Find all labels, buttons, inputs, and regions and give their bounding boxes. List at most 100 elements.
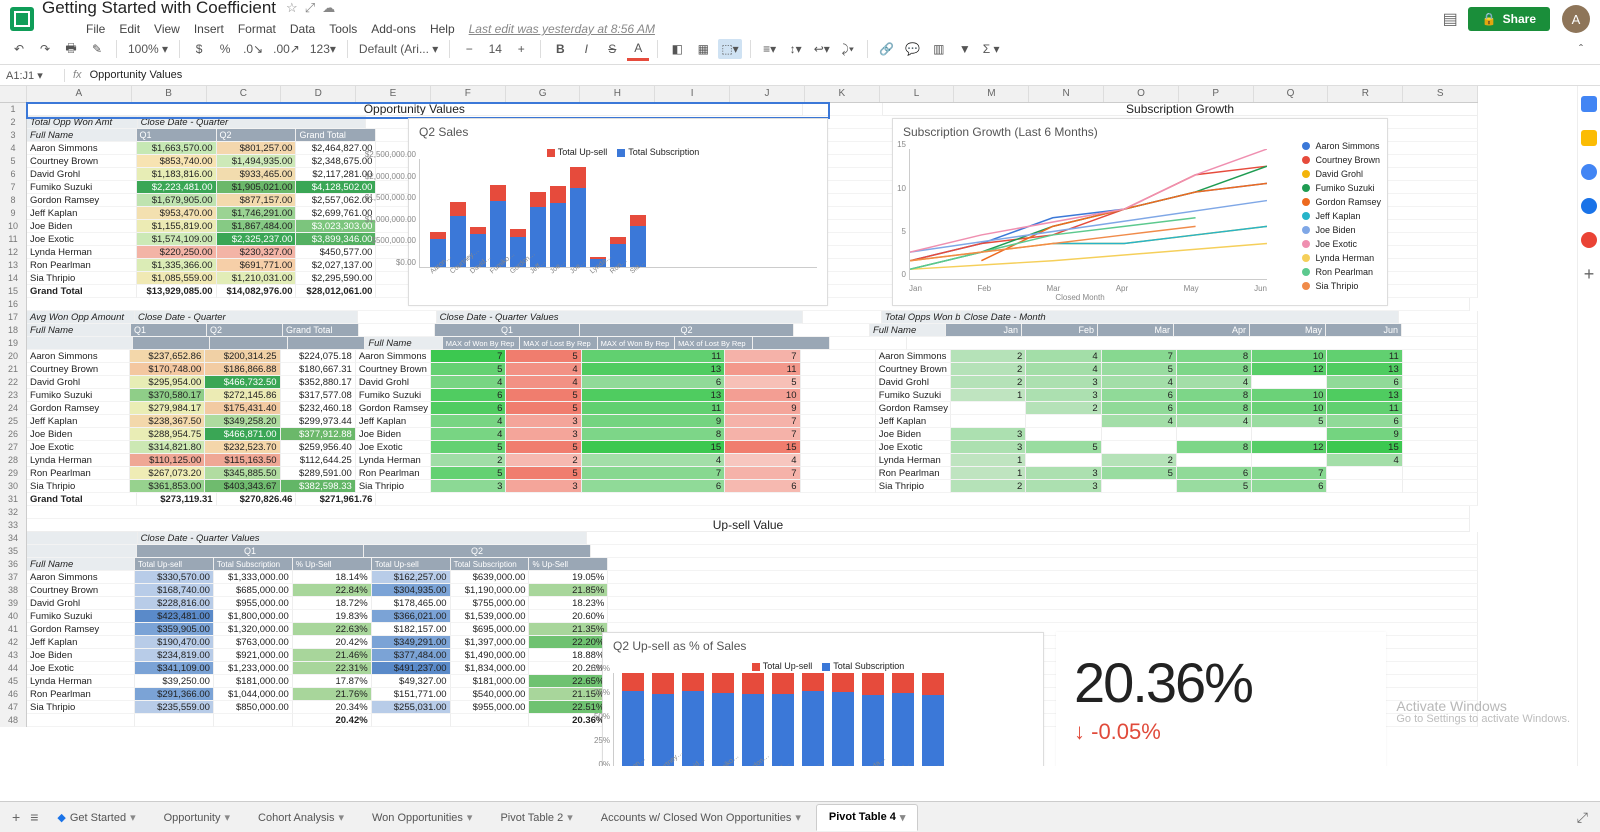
cell[interactable]: 2 bbox=[506, 454, 581, 467]
cell[interactable]: 2 bbox=[951, 376, 1026, 389]
row-header[interactable]: 17 bbox=[0, 311, 27, 324]
bar[interactable] bbox=[630, 215, 646, 267]
cell[interactable]: Fumiko Suzuki bbox=[27, 610, 135, 623]
cell[interactable] bbox=[608, 558, 1478, 571]
row-header[interactable]: 23 bbox=[0, 389, 27, 402]
sheet-tab[interactable]: Won Opportunities ▾ bbox=[359, 804, 485, 830]
cell[interactable]: 5 bbox=[506, 402, 581, 415]
cell[interactable]: $1,905,021.00 bbox=[217, 181, 297, 194]
cell[interactable]: 3 bbox=[1026, 389, 1101, 402]
cell[interactable]: Q1 bbox=[435, 324, 580, 337]
cell[interactable] bbox=[376, 493, 1478, 506]
cell[interactable]: 6 bbox=[431, 402, 506, 415]
cell[interactable]: $180,667.31 bbox=[281, 363, 356, 376]
strike-icon[interactable]: S bbox=[601, 39, 623, 59]
cell[interactable] bbox=[830, 337, 907, 350]
legend-item[interactable]: Jeff Kaplan bbox=[1302, 209, 1381, 223]
cell[interactable]: Joe Biden bbox=[27, 428, 130, 441]
cell[interactable]: $235,559.00 bbox=[135, 701, 214, 714]
link-icon[interactable]: 🔗 bbox=[876, 39, 898, 59]
cell[interactable]: $299,973.44 bbox=[281, 415, 356, 428]
cell[interactable]: Gordon Ramsey bbox=[27, 194, 137, 207]
fontsize-dec[interactable]: − bbox=[458, 39, 480, 59]
row-header[interactable]: 26 bbox=[0, 428, 27, 441]
cell[interactable]: $1,183,816.00 bbox=[137, 168, 217, 181]
cell[interactable]: Full Name bbox=[27, 558, 135, 571]
cell[interactable]: Grand Total bbox=[283, 324, 359, 337]
row-header[interactable]: 24 bbox=[0, 402, 27, 415]
formula-input[interactable]: Opportunity Values bbox=[90, 69, 183, 81]
cell[interactable] bbox=[1026, 415, 1101, 428]
cell[interactable]: 6 bbox=[725, 480, 800, 493]
rotate-icon[interactable]: ⤸▾ bbox=[837, 39, 859, 60]
maps-icon[interactable] bbox=[1581, 232, 1597, 248]
sheet-tab[interactable]: Pivot Table 2 ▾ bbox=[487, 804, 585, 830]
cell[interactable]: Lynda Herman bbox=[356, 454, 431, 467]
cell[interactable]: $877,157.00 bbox=[217, 194, 297, 207]
cell[interactable]: 5 bbox=[1252, 415, 1327, 428]
cell[interactable]: $361,853.00 bbox=[130, 480, 205, 493]
cell[interactable] bbox=[451, 714, 530, 727]
addon-icon[interactable]: + bbox=[1581, 266, 1597, 282]
cell[interactable]: 9 bbox=[1327, 428, 1402, 441]
cell[interactable]: Subscription Growth bbox=[883, 103, 1478, 116]
cell[interactable]: Q1 bbox=[137, 545, 364, 558]
cell[interactable]: $238,367.50 bbox=[130, 415, 205, 428]
cell[interactable]: Q1 bbox=[137, 129, 217, 142]
cell[interactable]: MAX of Lost By Rep bbox=[520, 337, 597, 350]
cell[interactable]: $232,460.18 bbox=[281, 402, 356, 415]
cell[interactable]: Mar bbox=[1098, 324, 1174, 337]
cell[interactable]: $186,866.88 bbox=[205, 363, 280, 376]
cell[interactable]: 4 bbox=[1102, 415, 1177, 428]
cell[interactable]: 13 bbox=[582, 363, 726, 376]
cell[interactable]: $272,145.86 bbox=[205, 389, 280, 402]
row-header[interactable]: 16 bbox=[0, 298, 27, 311]
cell[interactable]: Courtney Brown bbox=[27, 155, 137, 168]
row-header[interactable]: 28 bbox=[0, 454, 27, 467]
row-header[interactable]: 34 bbox=[0, 532, 27, 545]
cell[interactable] bbox=[1102, 428, 1177, 441]
cell[interactable]: $234,819.00 bbox=[135, 649, 214, 662]
cell[interactable]: 3 bbox=[951, 441, 1026, 454]
cell[interactable]: $255,031.00 bbox=[372, 701, 451, 714]
row-header[interactable]: 5 bbox=[0, 155, 27, 168]
cell[interactable] bbox=[608, 610, 1478, 623]
cell[interactable] bbox=[27, 545, 137, 558]
bar[interactable] bbox=[892, 673, 914, 766]
cell[interactable]: $691,771.00 bbox=[217, 259, 297, 272]
cell[interactable]: Up-sell Value bbox=[27, 519, 1470, 532]
cell[interactable]: Q2 bbox=[580, 324, 794, 337]
row-header[interactable]: 1 bbox=[0, 103, 27, 116]
cell[interactable]: Lynda Herman bbox=[27, 246, 137, 259]
cell[interactable]: $2,027,137.00 bbox=[296, 259, 376, 272]
cell[interactable]: 10 bbox=[1252, 350, 1327, 363]
cell[interactable]: Q2 bbox=[207, 324, 283, 337]
cell[interactable]: $1,210,031.00 bbox=[217, 272, 297, 285]
cell[interactable]: Gordon Ramsey bbox=[876, 402, 951, 415]
row-header[interactable]: 19 bbox=[0, 337, 27, 350]
cell[interactable]: 3 bbox=[1026, 467, 1101, 480]
merge-icon[interactable]: ⬚▾ bbox=[718, 39, 741, 59]
cell[interactable]: $1,320,000.00 bbox=[214, 623, 293, 636]
cell[interactable]: 3 bbox=[506, 415, 581, 428]
cell[interactable]: $259,956.40 bbox=[281, 441, 356, 454]
legend-item[interactable]: Sia Thripio bbox=[1302, 279, 1381, 293]
cell[interactable]: Joe Biden bbox=[356, 428, 431, 441]
more-formats-icon[interactable]: 123▾ bbox=[307, 39, 339, 59]
cell[interactable]: Courtney Brown bbox=[356, 363, 431, 376]
menu-insert[interactable]: Insert bbox=[194, 22, 224, 36]
bar[interactable] bbox=[682, 673, 704, 766]
cell[interactable]: $115,163.50 bbox=[205, 454, 280, 467]
sheet-tab[interactable]: ◆Get Started ▾ bbox=[44, 804, 148, 830]
toolbar-collapse-icon[interactable]: ˆ bbox=[1570, 39, 1592, 59]
bar[interactable] bbox=[622, 673, 644, 766]
col-header[interactable]: I bbox=[655, 86, 730, 102]
row-header[interactable]: 30 bbox=[0, 480, 27, 493]
cell[interactable]: 6 bbox=[582, 376, 726, 389]
cell[interactable]: 9 bbox=[725, 402, 800, 415]
cell[interactable]: 10 bbox=[1252, 402, 1327, 415]
cell[interactable]: 7 bbox=[1102, 350, 1177, 363]
cell[interactable]: 4 bbox=[506, 363, 581, 376]
cell[interactable]: $181,000.00 bbox=[451, 675, 530, 688]
cell[interactable]: $639,000.00 bbox=[451, 571, 530, 584]
